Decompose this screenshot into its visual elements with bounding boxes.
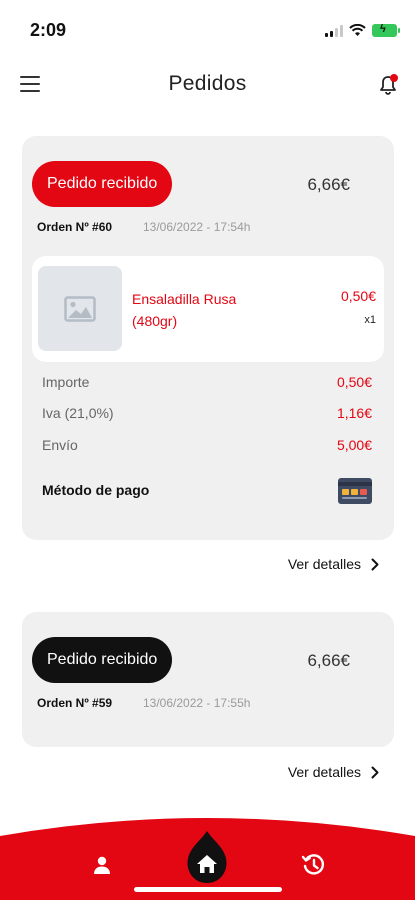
summary-value: 0,50€ [336, 374, 372, 390]
summary-value: 5,00€ [336, 437, 372, 453]
home-indicator [134, 887, 282, 892]
order-number: Orden Nº #60 [37, 220, 113, 234]
item-name: Ensaladilla Rusa (480gr) [132, 291, 237, 329]
summary-row-iva: Iva (21,0%) 1,16€ [42, 405, 372, 427]
item-price: 0,50€ [340, 288, 376, 304]
order-date: 13/06/2022 - 17:55h [143, 696, 251, 710]
summary-label: Envío [42, 437, 78, 453]
chevron-right-icon [371, 558, 379, 570]
bell-icon[interactable] [377, 74, 399, 96]
view-details-label: Ver detalles [287, 556, 361, 572]
order-number: Orden Nº #59 [37, 696, 113, 710]
chevron-right-icon [371, 766, 379, 778]
battery-charging-icon: ϟ [372, 23, 400, 37]
credit-card-icon [338, 478, 372, 504]
status-time: 2:09 [30, 20, 67, 40]
bottom-navigation [0, 810, 415, 900]
summary-value: 1,16€ [336, 405, 372, 421]
order-card: Pedido recibido 6,66€ Orden Nº #60 13/06… [22, 136, 394, 540]
summary-row-importe: Importe 0,50€ [42, 374, 372, 396]
order-total: 6,66€ [307, 175, 350, 194]
status-badge: Pedido recibido [32, 161, 173, 207]
view-details-label: Ver detalles [287, 764, 361, 780]
view-details-link[interactable]: Ver detalles [288, 553, 379, 575]
page-title: Pedidos [168, 72, 247, 95]
summary-label: Importe [42, 374, 90, 390]
payment-method-label: Método de pago [42, 482, 150, 498]
status-badge: Pedido recibido [32, 637, 173, 683]
home-icon[interactable] [185, 830, 229, 888]
summary-label: Iva (21,0%) [42, 405, 114, 421]
view-details-link[interactable]: Ver detalles [288, 761, 379, 783]
summary-row-envio: Envío 5,00€ [42, 437, 372, 459]
order-total: 6,66€ [307, 651, 350, 670]
order-date: 13/06/2022 - 17:54h [143, 220, 251, 234]
item-image [38, 266, 122, 351]
notification-badge [390, 74, 398, 82]
status-icons: ϟ [325, 23, 400, 37]
item-quantity: x1 [364, 314, 376, 326]
order-card: Pedido recibido 6,66€ Orden Nº #59 13/06… [22, 612, 394, 747]
order-item: Ensaladilla Rusa (480gr) 0,50€ x1 [32, 256, 384, 362]
history-icon[interactable] [301, 852, 327, 878]
status-bar: 2:09 ϟ [0, 0, 415, 60]
app-header: Pedidos [0, 62, 415, 108]
image-placeholder-icon [64, 295, 96, 322]
cellular-signal-icon [325, 24, 343, 37]
user-icon[interactable] [90, 854, 114, 878]
wifi-icon [349, 24, 366, 36]
